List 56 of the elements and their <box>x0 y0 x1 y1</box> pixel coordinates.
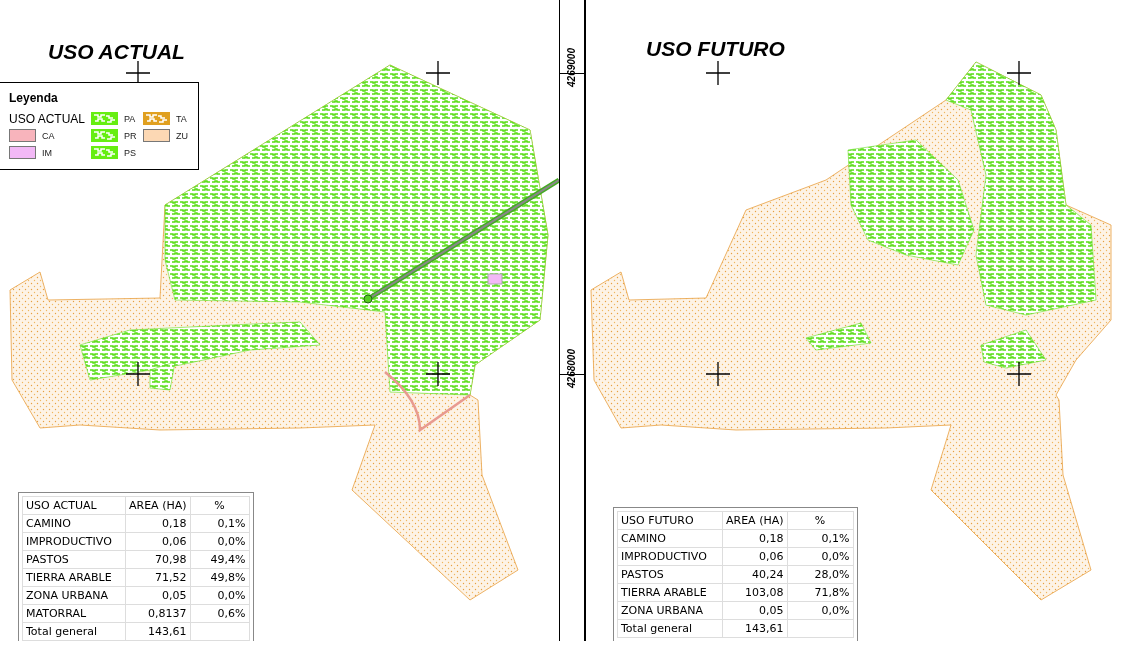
table-cell: 70,98 <box>125 550 191 569</box>
legend-label: PR <box>124 130 137 141</box>
table-cell: 0,0% <box>190 532 250 551</box>
table-cell: MATORRAL <box>22 604 126 623</box>
table-cell: 0,0% <box>787 547 854 566</box>
table-header-cell: AREA (HA) <box>722 511 788 530</box>
legend-label: IM <box>42 147 52 158</box>
table-cell: TIERRA ARABLE <box>22 568 126 587</box>
table-cell: IMPRODUCTIVO <box>22 532 126 551</box>
table-cell: CAMINO <box>22 514 126 533</box>
table-cell: 0,18 <box>722 529 788 548</box>
table-cell: 0,06 <box>722 547 788 566</box>
table-cell: 103,08 <box>722 583 788 602</box>
table-cell: 143,61 <box>722 619 788 638</box>
table-cell: Total general <box>22 622 126 641</box>
table-cell: 0,0% <box>190 586 250 605</box>
legend-title: Leyenda <box>9 91 59 105</box>
table-cell: 49,4% <box>190 550 250 569</box>
table-cell: 0,8137 <box>125 604 191 623</box>
table-cell: 71,52 <box>125 568 191 587</box>
table-cell: TIERRA ARABLE <box>617 583 723 602</box>
map-title: USO ACTUAL <box>48 40 185 64</box>
table-cell: 143,61 <box>125 622 191 641</box>
legend-label: PS <box>124 147 136 158</box>
table-cell: 0,05 <box>722 601 788 620</box>
table-cell: 49,8% <box>190 568 250 587</box>
table-cell: PASTOS <box>617 565 723 584</box>
legend-label: ZU <box>176 130 188 141</box>
table-cell: 40,24 <box>722 565 788 584</box>
table-header-cell: USO FUTURO <box>617 511 723 530</box>
legend-label: TA <box>176 113 187 124</box>
map-title: USO FUTURO <box>646 37 785 61</box>
table-header-cell: % <box>190 496 250 515</box>
table-cell: PASTOS <box>22 550 126 569</box>
table-cell: 28,0% <box>787 565 854 584</box>
table-header-cell: USO ACTUAL <box>22 496 126 515</box>
table-cell: CAMINO <box>617 529 723 548</box>
table-header-cell: % <box>787 511 854 530</box>
table-cell: ZONA URBANA <box>22 586 126 605</box>
table-cell: 0,0% <box>787 601 854 620</box>
legend-layer-name: USO ACTUAL <box>9 110 87 127</box>
table-cell: ZONA URBANA <box>617 601 723 620</box>
table-cell: IMPRODUCTIVO <box>617 547 723 566</box>
table-cell: 0,6% <box>190 604 250 623</box>
table-cell: 0,1% <box>190 514 250 533</box>
table-cell: Total general <box>617 619 723 638</box>
coordinate-label: 4268000 <box>566 349 577 388</box>
table-cell: 71,8% <box>787 583 854 602</box>
table-cell: 0,1% <box>787 529 854 548</box>
coordinate-label: 4269000 <box>566 48 577 87</box>
table-cell: 0,05 <box>125 586 191 605</box>
table-cell: 0,06 <box>125 532 191 551</box>
legend-label: PA <box>124 113 136 124</box>
table-header-cell: AREA (HA) <box>125 496 191 515</box>
table-cell: 0,18 <box>125 514 191 533</box>
legend-label: CA <box>42 130 55 141</box>
